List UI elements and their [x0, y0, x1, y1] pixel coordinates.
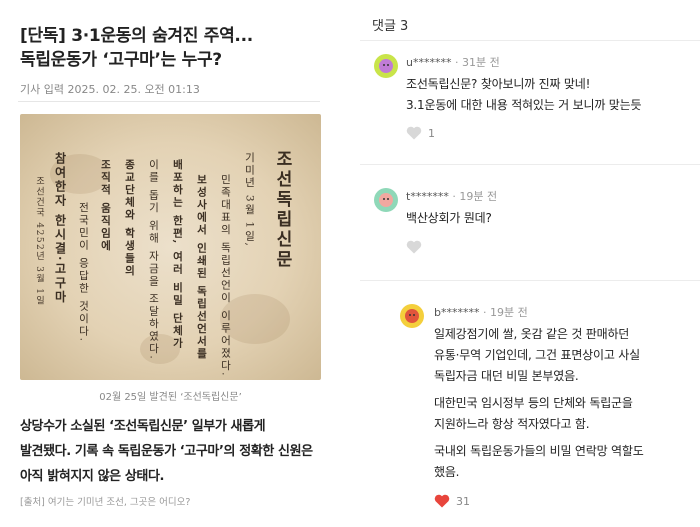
heart-icon — [406, 126, 422, 140]
comment-line: 독립자금 대던 비밀 본부였음. — [434, 369, 579, 383]
like-button[interactable] — [406, 240, 428, 254]
divider — [360, 164, 700, 165]
user-avatar-icon[interactable] — [400, 304, 424, 328]
meta-separator: · — [482, 306, 490, 319]
comment-line: 국내외 독립운동가들의 비밀 연락망 역할도 — [434, 444, 644, 458]
newspaper-column: 종교단체와 학생들의 — [123, 159, 136, 278]
comment-time: 19분 전 — [459, 190, 498, 203]
comment-text: 조선독립신문? 찾아보니까 진짜 맞네! 3.1운동에 대한 내용 적혀있는 거… — [406, 74, 641, 116]
comment-line: 백산상회가 뭔데? — [406, 211, 492, 225]
comment-line: 조선독립신문? 찾아보니까 진짜 맞네! — [406, 77, 591, 91]
lead-line-3: 아직 밝혀지지 않은 상태다. — [20, 469, 165, 484]
newspaper-photo[interactable]: 조선독립신문 기미년 3월 1일, 민족대표의 독립선언이 이루어졌다. 보성사… — [20, 114, 321, 380]
newspaper-date: 조선건국 4252년 3월 1일 — [34, 176, 44, 306]
comment-line: 대한민국 임시정부 등의 단체와 독립군을 — [434, 396, 633, 410]
lead-line-1: 상당수가 소실된 ‘조선독립신문’ 일부가 새롭게 — [20, 419, 266, 434]
comment-line: 유통·무역 기업인데, 그건 표면상이고 사실 — [434, 348, 640, 362]
comment-time: 19분 전 — [489, 306, 528, 319]
divider — [18, 101, 320, 102]
newspaper-column: 보성사에서 인쇄된 독립선언서를 — [195, 174, 208, 361]
comment-text: 백산상회가 뭔데? — [406, 208, 492, 229]
avatar-eye — [387, 64, 389, 66]
comment-meta: b******* · 19분 전 — [434, 304, 528, 320]
divider — [360, 280, 700, 281]
article-lead: 상당수가 소실된 ‘조선독립신문’ 일부가 새롭게 발견됐다. 기록 속 독립운… — [20, 414, 335, 489]
comment-time: 31분 전 — [461, 56, 500, 69]
avatar-eye — [383, 64, 385, 66]
comment-text: 일제강점기에 쌀, 옷감 같은 것 판매하던 유통·무역 기업인데, 그건 표면… — [434, 324, 644, 483]
newspaper-column: 배포하는 한편, 여러 비밀 단체가 — [171, 159, 184, 350]
comments-panel: 댓글 3 u******* · 31분 전 조선독립신문? 찾아보니까 진짜 맞… — [360, 0, 700, 527]
lead-line-2: 발견됐다. 기록 속 독립운동가 ‘고구마’의 정확한 신원은 — [20, 444, 313, 459]
newspaper-participants: 참여한자 한시결·고구마 — [53, 152, 67, 305]
avatar-eye — [409, 314, 411, 316]
comment-meta: u******* · 31분 전 — [406, 54, 500, 70]
heart-icon — [434, 494, 450, 508]
comment-line: 일제강점기에 쌀, 옷감 같은 것 판매하던 — [434, 327, 630, 341]
avatar-face — [379, 193, 393, 207]
newspaper-column: 민족대표의 독립선언이 이루어졌다. — [219, 174, 232, 378]
comment-count: 댓글 3 — [372, 19, 409, 34]
newspaper-column: 전국민이 응답한 것이다. — [77, 202, 90, 344]
comment-username[interactable]: u******* — [406, 56, 451, 69]
like-count: 1 — [428, 126, 435, 140]
article-source[interactable]: [출처] 여기는 기미년 조선, 그곳은 어디오? — [20, 494, 190, 508]
newspaper-title: 조선독립신문 — [272, 150, 292, 270]
like-button[interactable]: 1 — [406, 126, 435, 140]
newspaper-column: 이를 돕기 위해 자금을 조달하였다. — [147, 159, 160, 361]
like-count: 31 — [456, 494, 470, 508]
like-button[interactable]: 31 — [434, 494, 470, 508]
article-headline[interactable]: [단독] 3·1운동의 숨겨진 주역... 독립운동가 ‘고구마’는 누구? — [20, 24, 330, 72]
comment-line: 지원하느라 항상 적자였다고 함. — [434, 417, 590, 431]
headline-line-2: 독립운동가 ‘고구마’는 누구? — [20, 50, 222, 70]
avatar-eye — [387, 198, 389, 200]
avatar-eye — [413, 314, 415, 316]
comment-line: 했음. — [434, 465, 460, 479]
user-avatar-icon[interactable] — [374, 54, 398, 78]
divider — [360, 40, 700, 41]
comment-username[interactable]: t******* — [406, 190, 449, 203]
heart-icon — [406, 240, 422, 254]
avatar-face — [405, 309, 419, 323]
newspaper-column: 기미년 3월 1일, — [243, 152, 256, 248]
comment-line: 3.1운동에 대한 내용 적혀있는 거 보니까 맞는듯 — [406, 98, 642, 112]
comment-meta: t******* · 19분 전 — [406, 188, 497, 204]
avatar-eye — [383, 198, 385, 200]
meta-separator: · — [454, 56, 462, 69]
article-dateline: 기사 입력 2025. 02. 25. 오전 01:13 — [20, 83, 200, 96]
article-panel: [단독] 3·1운동의 숨겨진 주역... 독립운동가 ‘고구마’는 누구? 기… — [0, 0, 340, 527]
headline-line-1: [단독] 3·1운동의 숨겨진 주역... — [20, 26, 253, 46]
avatar-face — [379, 59, 393, 73]
newspaper-column: 조직적 움직임에 — [99, 159, 112, 253]
photo-caption: 02월 25일 발견된 ‘조선독립신문’ — [99, 392, 242, 403]
comment-username[interactable]: b******* — [434, 306, 479, 319]
user-avatar-icon[interactable] — [374, 188, 398, 212]
